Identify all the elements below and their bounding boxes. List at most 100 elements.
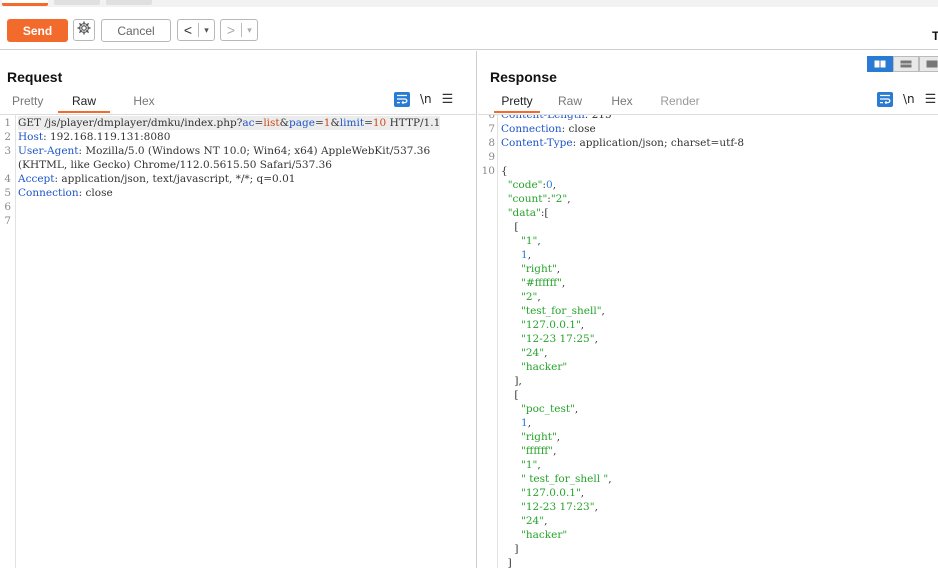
- code-line[interactable]: "127.0.0.1",: [478, 318, 938, 332]
- code-line[interactable]: 1 GET /js/player/dmplayer/dmku/index.php?…: [0, 116, 476, 130]
- code-line[interactable]: "poc_test",: [478, 402, 938, 416]
- cancel-button[interactable]: Cancel: [101, 19, 171, 42]
- target-label[interactable]: T: [932, 29, 938, 43]
- text-wrap-icon[interactable]: [394, 91, 410, 107]
- code-text: ]: [501, 542, 518, 556]
- code-token: ,: [556, 431, 561, 443]
- code-line[interactable]: (KHTML, like Gecko) Chrome/112.0.5615.50…: [0, 158, 476, 172]
- repeater-toolbar: Send Cancel < ▾ > ▾ T: [0, 7, 938, 50]
- code-text: "hacker": [501, 528, 567, 542]
- code-line[interactable]: ]: [478, 556, 938, 568]
- code-line[interactable]: "24",: [478, 514, 938, 528]
- code-text: "ffffff",: [501, 444, 556, 458]
- code-line[interactable]: "ffffff",: [478, 444, 938, 458]
- code-token: Content-Length: [501, 114, 585, 121]
- request-editor-tools: \n ☰: [394, 91, 453, 107]
- code-line[interactable]: 6 Content-Length: 215: [478, 114, 938, 122]
- code-line[interactable]: "12-23 17:25",: [478, 332, 938, 346]
- code-token: "1": [521, 235, 538, 247]
- code-token: (KHTML, like Gecko) Chrome/112.0.5615.50…: [18, 159, 332, 171]
- code-line[interactable]: "12-23 17:23",: [478, 500, 938, 514]
- hamburger-menu-icon[interactable]: ☰: [925, 91, 937, 107]
- code-token: ,: [544, 347, 548, 359]
- split-view-icon[interactable]: [867, 56, 893, 72]
- code-token: "hacker": [521, 529, 568, 541]
- code-token: ,: [552, 179, 557, 191]
- chevron-down-icon[interactable]: ▾: [199, 25, 214, 36]
- code-line[interactable]: ],: [478, 374, 938, 388]
- code-line[interactable]: " test_for_shell ",: [478, 472, 938, 486]
- code-line[interactable]: "right",: [478, 430, 938, 444]
- send-button[interactable]: Send: [7, 19, 68, 42]
- text-wrap-icon[interactable]: [877, 91, 893, 107]
- code-token: ac: [242, 117, 255, 129]
- code-line[interactable]: 6: [0, 200, 476, 214]
- code-line[interactable]: 3 User-Agent: Mozilla/5.0 (Windows NT 10.…: [0, 144, 476, 158]
- code-line[interactable]: 9: [478, 150, 938, 164]
- code-text: [: [501, 388, 518, 402]
- code-line[interactable]: "24",: [478, 346, 938, 360]
- code-line[interactable]: 1,: [478, 248, 938, 262]
- code-token: ,: [608, 473, 612, 485]
- code-line[interactable]: "1",: [478, 234, 938, 248]
- code-line[interactable]: [: [478, 388, 938, 402]
- code-token: 1: [521, 417, 528, 429]
- single-view-icon[interactable]: [919, 56, 938, 72]
- tab-request-pretty[interactable]: Pretty: [12, 91, 43, 113]
- settings-button[interactable]: [73, 19, 95, 41]
- code-line[interactable]: "1",: [478, 458, 938, 472]
- code-token: "#ffffff": [521, 277, 562, 289]
- code-line[interactable]: 8 Content-Type: application/json; charset…: [478, 136, 938, 150]
- tab-request-hex[interactable]: Hex: [132, 91, 156, 113]
- code-token: : close: [561, 123, 596, 135]
- line-number: 7: [488, 123, 495, 135]
- code-line[interactable]: 7 Connection: close: [478, 122, 938, 136]
- code-token: "poc_test": [521, 403, 575, 415]
- hamburger-menu-icon[interactable]: ☰: [442, 91, 454, 107]
- code-line[interactable]: "2",: [478, 290, 938, 304]
- code-text: ],: [501, 374, 521, 388]
- code-line[interactable]: 4 Accept: application/json, text/javascri…: [0, 172, 476, 186]
- code-line[interactable]: "hacker": [478, 528, 938, 542]
- code-line[interactable]: 10 {: [478, 164, 938, 178]
- code-text: "127.0.0.1",: [501, 318, 584, 332]
- code-token: "hacker": [521, 361, 568, 373]
- code-line[interactable]: "data":[: [478, 206, 938, 220]
- code-line[interactable]: 2 Host: 192.168.119.131:8080: [0, 130, 476, 144]
- code-line[interactable]: "hacker": [478, 360, 938, 374]
- code-line[interactable]: "#ffffff",: [478, 276, 938, 290]
- repeater-tab[interactable]: [106, 0, 152, 5]
- newline-toggle-icon[interactable]: \n: [903, 92, 915, 106]
- tab-response-hex[interactable]: Hex: [610, 91, 634, 113]
- repeater-tab[interactable]: [54, 0, 100, 5]
- code-line[interactable]: "test_for_shell",: [478, 304, 938, 318]
- code-token: 0: [546, 179, 553, 191]
- code-line[interactable]: "127.0.0.1",: [478, 486, 938, 500]
- forward-button[interactable]: > ▾: [220, 19, 258, 41]
- code-line[interactable]: ]: [478, 542, 938, 556]
- newline-toggle-icon[interactable]: \n: [420, 92, 432, 106]
- code-line[interactable]: 1,: [478, 416, 938, 430]
- stacked-view-icon[interactable]: [893, 56, 919, 72]
- code-line[interactable]: "count":"2",: [478, 192, 938, 206]
- code-text: "test_for_shell",: [501, 304, 605, 318]
- chevron-down-icon[interactable]: ▾: [242, 25, 257, 36]
- response-editor[interactable]: 6 Content-Length: 215 7 Connection: close 8 C…: [478, 114, 938, 568]
- tab-response-raw[interactable]: Raw: [558, 91, 582, 113]
- code-line[interactable]: "code":0,: [478, 178, 938, 192]
- code-line[interactable]: 5 Connection: close: [0, 186, 476, 200]
- tab-response-pretty[interactable]: Pretty: [494, 91, 540, 113]
- back-button[interactable]: < ▾: [177, 19, 215, 41]
- code-token: ,: [561, 277, 566, 289]
- code-token: ,: [527, 249, 532, 261]
- code-line[interactable]: "right",: [478, 262, 938, 276]
- tab-response-render[interactable]: Render: [660, 91, 700, 113]
- tab-request-raw[interactable]: Raw: [58, 91, 110, 113]
- request-editor[interactable]: 1 GET /js/player/dmplayer/dmku/index.php?…: [0, 114, 476, 568]
- response-pane: Response Pretty Raw Hex Render \n ☰ 6 Con…: [478, 51, 938, 568]
- repeater-tab-active[interactable]: [2, 0, 48, 6]
- code-line[interactable]: 7: [0, 214, 476, 228]
- code-line[interactable]: [: [478, 220, 938, 234]
